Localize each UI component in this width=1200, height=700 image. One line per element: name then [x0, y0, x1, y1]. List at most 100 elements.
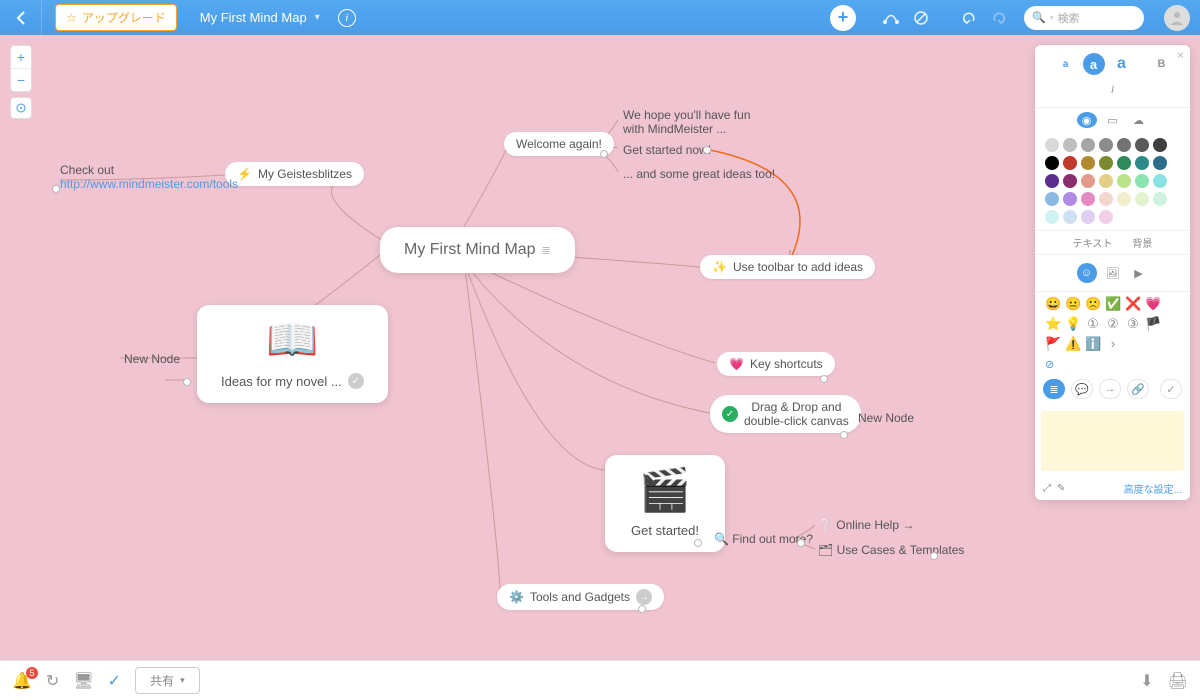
back-button[interactable]	[0, 0, 42, 35]
color-swatch[interactable]	[1099, 210, 1113, 224]
emoji-option[interactable]: ③	[1125, 316, 1141, 332]
color-swatch[interactable]	[1117, 138, 1131, 152]
color-swatch[interactable]	[1099, 138, 1113, 152]
node-toolbar-tip[interactable]: ✨ Use toolbar to add ideas	[700, 255, 875, 279]
arrow-button[interactable]: →	[1099, 379, 1121, 399]
color-swatch[interactable]	[1099, 192, 1113, 206]
done-button[interactable]: ✓	[108, 671, 121, 691]
clear-icon-button[interactable]: ⊘	[1045, 358, 1054, 371]
expand-icon[interactable]: ⤢	[1043, 483, 1051, 494]
node-handle[interactable]	[52, 185, 60, 193]
zoom-out-button[interactable]: −	[11, 69, 31, 91]
emoji-option[interactable]: ❌	[1125, 296, 1141, 312]
map-title-dropdown[interactable]: My First Mind Map ▾	[200, 10, 320, 25]
color-swatch[interactable]	[1135, 156, 1149, 170]
mindmap-canvas[interactable]: + − My First Mind Map ≣ ⚡ My Geistesb	[0, 35, 1200, 660]
add-node-button[interactable]: +	[830, 5, 856, 31]
node-checkout-url[interactable]: http://www.mindmeister.com/tools	[60, 177, 238, 191]
close-panel-button[interactable]: ×	[1177, 48, 1184, 62]
node-drag-drop[interactable]: ✓ Drag & Drop and double-click canvas	[710, 395, 861, 433]
node-ideas-novel[interactable]: 📖 Ideas for my novel ... ✓	[197, 305, 388, 403]
color-swatch[interactable]	[1117, 192, 1131, 206]
note-textarea[interactable]	[1041, 411, 1184, 471]
color-swatch[interactable]	[1117, 174, 1131, 188]
color-swatch[interactable]	[1045, 174, 1059, 188]
emoji-option[interactable]: 💗	[1145, 296, 1161, 312]
shape-cloud[interactable]: ☁	[1129, 112, 1149, 128]
link-button[interactable]: 🔗	[1127, 379, 1149, 399]
italic-button[interactable]: I	[1104, 81, 1122, 99]
color-swatch[interactable]	[1045, 210, 1059, 224]
node-root[interactable]: My First Mind Map ≣	[380, 227, 575, 273]
edit-icon[interactable]: ✎	[1057, 483, 1065, 494]
upgrade-button[interactable]: ☆ アップグレード	[55, 4, 177, 31]
emoji-option[interactable]: 🙁	[1085, 296, 1101, 312]
emoji-option[interactable]: ①	[1085, 316, 1101, 332]
disable-button[interactable]	[906, 3, 936, 33]
color-swatch[interactable]	[1099, 174, 1113, 188]
color-swatch[interactable]	[1063, 210, 1077, 224]
node-geistesblitzes[interactable]: ⚡ My Geistesblitzes	[225, 162, 364, 186]
emoji-option[interactable]: ②	[1105, 316, 1121, 332]
font-size-small[interactable]: a	[1055, 53, 1077, 75]
node-handle[interactable]	[797, 539, 805, 547]
locate-button[interactable]	[10, 97, 32, 119]
present-button[interactable]: 🖥	[73, 671, 93, 691]
node-welcome-fun[interactable]: We hope you'll have fun with MindMeister…	[623, 108, 751, 136]
node-checkout[interactable]: Check out http://www.mindmeister.com/too…	[60, 163, 238, 191]
color-swatch[interactable]	[1063, 138, 1077, 152]
comment-button[interactable]: 💬	[1071, 379, 1093, 399]
emoji-option[interactable]: ✅	[1105, 296, 1121, 312]
node-great-ideas[interactable]: ... and some great ideas too!	[623, 167, 775, 181]
font-size-large[interactable]: a	[1111, 53, 1133, 75]
color-swatch[interactable]	[1063, 156, 1077, 170]
color-swatch[interactable]	[1099, 156, 1113, 170]
node-handle[interactable]	[840, 431, 848, 439]
font-size-medium[interactable]: a	[1083, 53, 1105, 75]
print-button[interactable]: 🖨	[1168, 671, 1188, 691]
emoji-option[interactable]: ⚠️	[1065, 336, 1081, 352]
link-nodes-button[interactable]	[876, 3, 906, 33]
color-swatch[interactable]	[1045, 192, 1059, 206]
emoji-option[interactable]: 😀	[1045, 296, 1061, 312]
color-swatch[interactable]	[1081, 156, 1095, 170]
node-new-node-right[interactable]: New Node	[858, 411, 914, 425]
color-swatch[interactable]	[1117, 156, 1131, 170]
emoji-option[interactable]: 💡	[1065, 316, 1081, 332]
node-online-help[interactable]: ❔ Online Help →	[818, 518, 914, 532]
color-swatch[interactable]	[1081, 138, 1095, 152]
color-swatch[interactable]	[1153, 174, 1167, 188]
emoji-option[interactable]: ℹ️	[1085, 336, 1101, 352]
node-handle[interactable]	[703, 146, 711, 154]
node-get-started[interactable]: 🎬 Get started!	[605, 455, 725, 552]
tab-bg-color[interactable]: 背景	[1132, 235, 1152, 250]
undo-button[interactable]	[954, 3, 984, 33]
tab-text-color[interactable]: テキスト	[1073, 235, 1113, 250]
node-key-shortcuts[interactable]: 💗 Key shortcuts	[717, 352, 835, 376]
share-button[interactable]: 共有 ▾	[135, 667, 200, 694]
color-swatch[interactable]	[1063, 192, 1077, 206]
color-swatch[interactable]	[1135, 138, 1149, 152]
video-tab[interactable]: ▶	[1129, 263, 1149, 283]
note-button[interactable]: ≣	[1043, 379, 1065, 399]
color-swatch[interactable]	[1135, 174, 1149, 188]
emoji-option[interactable]: 🏴	[1145, 316, 1161, 332]
node-handle[interactable]	[600, 150, 608, 158]
task-button[interactable]: ✓	[1160, 379, 1182, 399]
emoji-option[interactable]: ⭐	[1045, 316, 1061, 332]
node-handle[interactable]	[930, 552, 938, 560]
node-new-node-left[interactable]: New Node	[124, 352, 180, 366]
color-swatch[interactable]	[1081, 174, 1095, 188]
color-swatch[interactable]	[1063, 174, 1077, 188]
node-handle[interactable]	[820, 375, 828, 383]
zoom-in-button[interactable]: +	[11, 46, 31, 68]
color-swatch[interactable]	[1153, 192, 1167, 206]
node-welcome[interactable]: Welcome again!	[504, 132, 614, 156]
image-tab[interactable]: 🖼	[1103, 263, 1123, 283]
bold-button[interactable]: B	[1153, 55, 1171, 73]
search-input[interactable]: 🔍 • 検索	[1024, 6, 1144, 30]
emoji-option[interactable]: 😐	[1065, 296, 1081, 312]
emoji-option[interactable]: ›	[1105, 336, 1121, 352]
color-swatch[interactable]	[1153, 156, 1167, 170]
history-button[interactable]: ↻	[46, 671, 59, 691]
